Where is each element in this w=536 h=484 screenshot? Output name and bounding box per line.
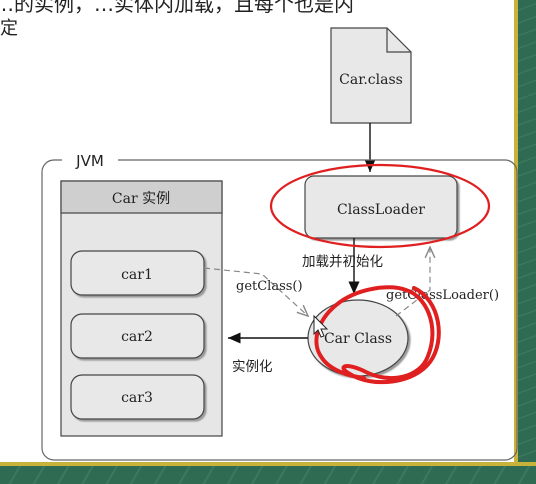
edge-label-instantiate: 实例化 [232,359,273,375]
instances-header: Car 实例 [112,191,170,207]
class-file-label: Car.class [339,72,403,88]
edge-label-getclass: getClass() [236,279,303,294]
instance-car1-label: car1 [121,267,153,283]
jvm-classloader-diagram: Car.class JVM Car 实例 car1 car2 car3 Clas… [41,27,518,461]
car-class-label: Car Class [324,331,392,347]
edge-label-load-init: 加载并初始化 [302,253,383,270]
instance-car3-label: car3 [121,390,153,406]
jvm-label: JVM [75,152,104,170]
classloader-label: ClassLoader [337,202,425,218]
instance-car2-label: car2 [121,329,153,345]
